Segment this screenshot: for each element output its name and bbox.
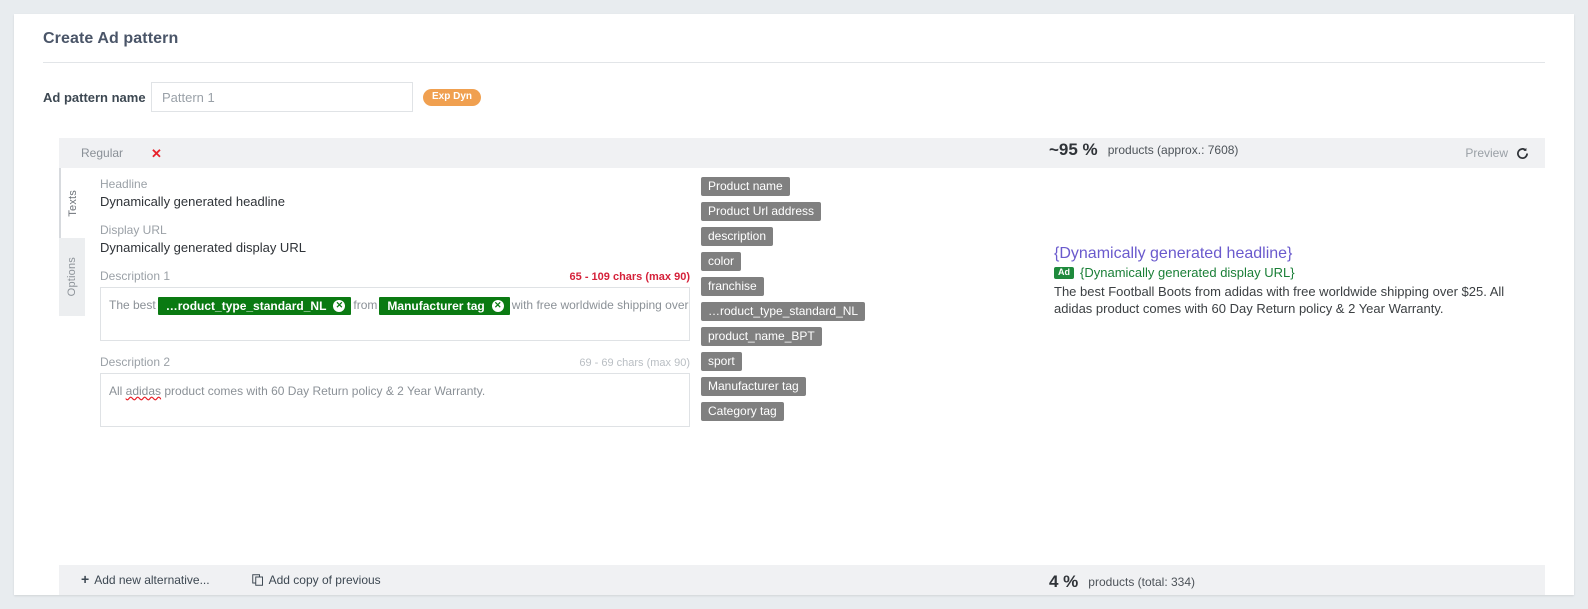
tag-product-url-address[interactable]: Product Url address: [701, 202, 822, 221]
preview-refresh-button[interactable]: Preview: [1465, 138, 1529, 168]
display-url-value[interactable]: Dynamically generated display URL: [100, 240, 690, 255]
ad-pattern-name-label: Ad pattern name: [43, 89, 146, 105]
ad-pattern-name-row: Ad pattern name Exp Dyn: [43, 80, 482, 114]
description1-middle-text: from: [353, 298, 378, 312]
headline-label: Headline: [100, 177, 148, 191]
headline-value[interactable]: Dynamically generated headline: [100, 194, 690, 209]
remove-chip-icon[interactable]: ✕: [333, 299, 346, 312]
remove-chip-icon[interactable]: ✕: [491, 299, 504, 312]
add-copy-of-previous-button[interactable]: Add copy of previous: [251, 573, 381, 587]
tab-texts-label: Texts: [67, 189, 79, 217]
alternative-body: Texts Options Headline Dynamically gener…: [59, 168, 1545, 428]
footer-coverage-text: products (total: 334): [1088, 575, 1196, 589]
alternative-block: Regular ✕ ~95 % products (approx.: 7608)…: [59, 138, 1545, 428]
description2-label: Description 2: [100, 355, 171, 369]
alternative-coverage-percent: ~95 %: [1049, 140, 1098, 159]
description1-chip-manufacturer[interactable]: Manufacturer tag ✕: [379, 296, 510, 315]
remove-alternative-button[interactable]: ✕: [151, 147, 162, 160]
title-divider: [43, 62, 1545, 63]
description1-chip-product-type[interactable]: …roduct_type_standard_NL ✕: [157, 296, 352, 315]
preview-url-line: Ad {Dynamically generated display URL}: [1054, 265, 1554, 280]
tag-sport[interactable]: sport: [701, 352, 742, 371]
vertical-tabs: Texts Options: [59, 168, 85, 316]
copy-icon: [251, 574, 264, 586]
description1-prefix-text: The best: [109, 298, 156, 312]
alternative-footer: + Add new alternative... Add copy of pre…: [59, 565, 1545, 595]
description2-content: All adidas product comes with 60 Day Ret…: [109, 382, 681, 400]
tab-options-label: Options: [66, 257, 78, 297]
description2-misspelled-word: adidas: [125, 384, 162, 398]
description1-counter: 65 - 109 chars (max 90): [569, 271, 690, 283]
description1-content: The best …roduct_type_standard_NL ✕ from Man…: [109, 296, 689, 315]
available-tags-list: Product name Product Url address descrip…: [701, 177, 941, 421]
alternative-stats: ~95 % products (approx.: 7608): [1049, 138, 1238, 168]
add-copy-of-previous-label: Add copy of previous: [268, 573, 381, 587]
description1-chip-manufacturer-label: Manufacturer tag: [387, 298, 485, 313]
tag-franchise[interactable]: franchise: [701, 277, 764, 296]
page-title: Create Ad pattern: [43, 30, 179, 47]
exp-dyn-badge[interactable]: Exp Dyn: [423, 88, 482, 106]
description2-input[interactable]: All adidas product comes with 60 Day Ret…: [100, 373, 690, 427]
refresh-icon: [1516, 147, 1529, 160]
add-new-alternative-button[interactable]: + Add new alternative...: [81, 571, 210, 587]
preview-headline[interactable]: {Dynamically generated headline}: [1054, 244, 1554, 263]
plus-icon: +: [81, 571, 90, 587]
tag-color[interactable]: color: [701, 252, 742, 271]
tab-options[interactable]: Options: [59, 238, 85, 316]
tag-manufacturer-tag[interactable]: Manufacturer tag: [701, 377, 806, 396]
tag-category-tag[interactable]: Category tag: [701, 402, 784, 421]
add-new-alternative-label: Add new alternative...: [94, 573, 210, 587]
display-url-label: Display URL: [100, 223, 167, 237]
tag-product-name-bpt[interactable]: product_name_BPT: [701, 327, 822, 346]
footer-coverage-percent: 4 %: [1049, 572, 1079, 591]
description1-suffix-text: with free worldwide shipping over $25.: [511, 298, 689, 312]
alternative-name-label: Regular: [81, 146, 124, 160]
tag-description[interactable]: description: [701, 227, 774, 246]
description2-pre-text: All: [109, 384, 126, 398]
description2-header: Description 2 69 - 69 chars (max 90): [100, 355, 690, 369]
page-card: Create Ad pattern Ad pattern name Exp Dy…: [14, 14, 1574, 595]
footer-stats: 4 % products (total: 334): [1049, 570, 1196, 591]
description2-post-text: product comes with 60 Day Return policy …: [161, 384, 486, 398]
tab-texts[interactable]: Texts: [59, 168, 85, 238]
description1-label: Description 1: [100, 269, 171, 283]
preview-description: The best Football Boots from adidas with…: [1054, 284, 1505, 316]
alternative-header: Regular ✕ ~95 % products (approx.: 7608)…: [59, 138, 1545, 168]
ad-preview: {Dynamically generated headline} Ad {Dyn…: [1054, 244, 1554, 317]
description1-chip-product-type-label: …roduct_type_standard_NL: [165, 298, 327, 313]
preview-display-url: {Dynamically generated display URL}: [1080, 265, 1295, 280]
preview-label: Preview: [1465, 146, 1508, 160]
description1-input[interactable]: The best …roduct_type_standard_NL ✕ from Man…: [100, 287, 690, 341]
tag-product-name[interactable]: Product name: [701, 177, 790, 196]
texts-column: Headline Dynamically generated headline …: [100, 177, 690, 441]
ad-badge: Ad: [1054, 266, 1074, 279]
description2-counter: 69 - 69 chars (max 90): [579, 357, 690, 369]
ad-pattern-name-input[interactable]: [151, 82, 413, 112]
description1-header: Description 1 65 - 109 chars (max 90): [100, 269, 690, 283]
tag-product-type-standard-nl[interactable]: …roduct_type_standard_NL: [701, 302, 866, 321]
alternative-coverage-text: products (approx.: 7608): [1107, 143, 1239, 157]
